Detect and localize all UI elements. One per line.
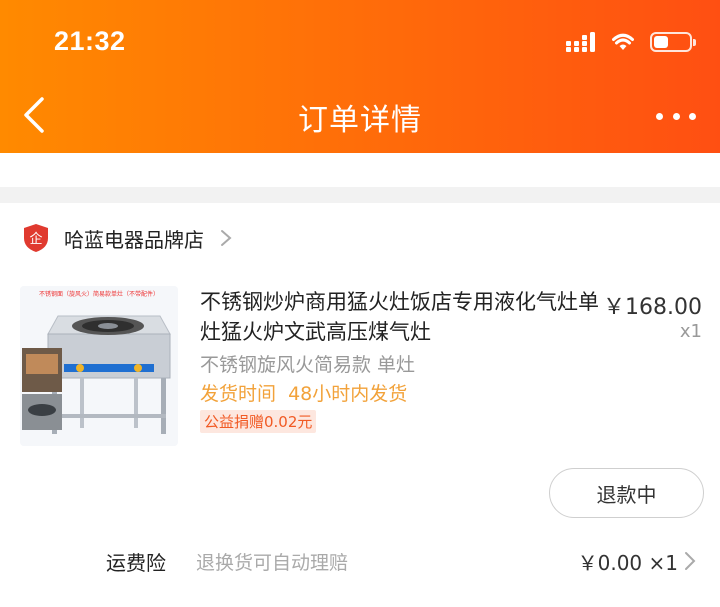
status-time: 21:32 <box>54 26 126 56</box>
order-status-panel <box>0 153 720 187</box>
product-price: ￥168.00 <box>603 295 702 320</box>
shipping-insurance-row[interactable]: 运费险 退换货可自动理赔 ￥0.00 ×1 <box>0 543 720 583</box>
stove-image: 不锈钢面（旋风火）简易款单灶（不带配件） <box>20 286 178 446</box>
shop-name: 哈蓝电器品牌店 <box>64 227 204 252</box>
charity-badge: 公益捐赠0.02元 <box>200 410 317 433</box>
refund-status-button[interactable]: 退款中 <box>549 468 704 518</box>
status-icons <box>566 32 696 52</box>
wifi-icon <box>612 33 634 50</box>
product-image[interactable]: 不锈钢面（旋风火）简易款单灶（不带配件） <box>20 286 178 446</box>
more-dot <box>672 112 680 120</box>
more-dot <box>656 112 663 120</box>
product-sku: 不锈钢旋风火简易款 单灶 <box>200 354 416 376</box>
product-title[interactable]: 不锈钢炒炉商用猛火灶饭店专用液化气灶单灶猛火炉文武高压煤气灶 <box>200 287 600 347</box>
product-quantity: x1 <box>679 321 702 342</box>
shipping-time: 发货时间 48小时内发货 <box>200 383 408 405</box>
shop-link[interactable]: 企 哈蓝电器品牌店 <box>22 223 232 253</box>
shop-badge-icon: 企 <box>24 224 48 252</box>
image-banner-text: 不锈钢面（旋风火）简易款单灶（不带配件） <box>39 290 159 298</box>
signal-icon <box>566 32 595 52</box>
order-card: 企 哈蓝电器品牌店 不锈钢面（旋风火）简易款单灶（不带配件） 不锈钢炒炉商用猛火… <box>0 203 720 607</box>
battery-icon <box>650 32 696 52</box>
page-title: 订单详情 <box>298 103 422 138</box>
battery-level <box>654 36 668 48</box>
insurance-label: 运费险 <box>106 551 166 575</box>
more-menu-icon[interactable] <box>656 104 696 128</box>
insurance-description: 退换货可自动理赔 <box>196 552 349 574</box>
chevron-right-icon <box>685 552 696 570</box>
chevron-right-icon <box>221 230 232 246</box>
app-header: 21:32 订单详情 <box>0 0 720 153</box>
shop-badge-text: 企 <box>29 231 42 247</box>
insurance-value: ￥0.00 ×1 <box>577 551 678 575</box>
more-dot <box>689 112 696 120</box>
